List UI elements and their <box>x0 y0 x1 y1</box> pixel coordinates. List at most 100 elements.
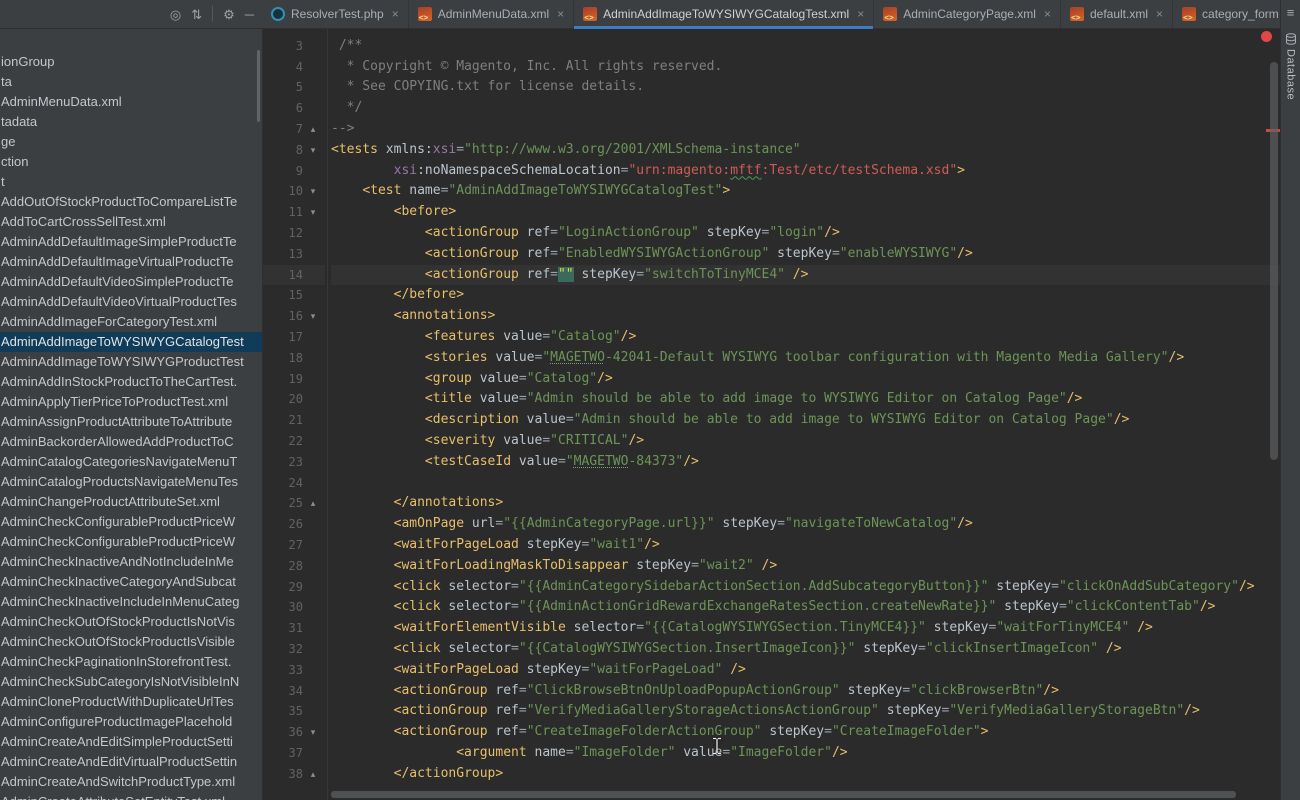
code-line[interactable]: <tests xmlns:xsi="http://www.w3.org/2001… <box>331 140 1281 161</box>
tree-item[interactable]: AdminAddDefaultImageVirtualProductTe <box>0 252 262 272</box>
tree-item[interactable]: AdminCreateAndSwitchProductType.xml <box>0 772 262 792</box>
code-line[interactable]: * See COPYING.txt for license details. <box>331 77 1281 98</box>
code-line[interactable]: <waitForElementVisible selector="{{Catal… <box>331 618 1281 639</box>
editor-tab[interactable]: default.xml× <box>1061 0 1173 28</box>
fold-icon[interactable]: ▾ <box>303 306 323 327</box>
tree-item[interactable]: AdminCheckInactiveCategoryAndSubcat <box>0 572 262 592</box>
code-line[interactable]: <severity value="CRITICAL"/> <box>331 431 1281 452</box>
code-line[interactable]: <click selector="{{CatalogWYSIWYGSection… <box>331 639 1281 660</box>
tree-item[interactable]: AdminCheckInactiveIncludeInMenuCateg <box>0 592 262 612</box>
code-line[interactable]: <!-- <box>331 28 1281 36</box>
code-area[interactable]: <!-- /** * Copyright © Magento, Inc. All… <box>331 28 1281 784</box>
code-line[interactable]: <features value="Catalog"/> <box>331 327 1281 348</box>
code-line[interactable]: </actionGroup> <box>331 764 1281 785</box>
tree-item[interactable]: AdminCreateAndEditSimpleProductSetti <box>0 732 262 752</box>
tree-item[interactable]: AdminCheckSubCategoryIsNotVisibleInN <box>0 672 262 692</box>
fold-icon[interactable]: ▾ <box>303 140 323 161</box>
tree-item[interactable]: AdminCatalogProductsNavigateMenuTes <box>0 472 262 492</box>
code-line[interactable]: <stories value="MAGETWO-42041-Default WY… <box>331 348 1281 369</box>
code-line[interactable]: <title value="Admin should be able to ad… <box>331 389 1281 410</box>
code-line[interactable]: * Copyright © Magento, Inc. All rights r… <box>331 57 1281 78</box>
inspection-status-icon[interactable] <box>1261 31 1272 42</box>
tree-item[interactable]: AdminApplyTierPriceToProductTest.xml <box>0 392 262 412</box>
code-editor[interactable]: 2▾34567▴8▾910▾11▾1213141516▾171819202122… <box>263 28 1281 800</box>
tree-item[interactable]: AdminCloneProductWithDuplicateUrlTes <box>0 692 262 712</box>
tree-item[interactable]: AddOutOfStockProductToCompareListTe <box>0 192 262 212</box>
tree-item[interactable]: AdminChangeProductAttributeSet.xml <box>0 492 262 512</box>
fold-icon[interactable]: ▾ <box>303 181 323 202</box>
tree-item[interactable]: AdminCheckInactiveAndNotIncludeInMe <box>0 552 262 572</box>
code-line[interactable]: <group value="Catalog"/> <box>331 369 1281 390</box>
tree-item[interactable]: AdminCheckOutOfStockProductIsVisible <box>0 632 262 652</box>
tree-item[interactable]: AdminCheckOutOfStockProductIsNotVis <box>0 612 262 632</box>
tree-item[interactable]: tadata <box>0 112 262 132</box>
code-line[interactable] <box>331 473 1281 494</box>
code-line[interactable]: xsi:noNamespaceSchemaLocation="urn:magen… <box>331 161 1281 182</box>
code-line[interactable]: <actionGroup ref="" stepKey="switchToTin… <box>331 265 1281 286</box>
code-line[interactable]: <argument name="ImageFolder" value="Imag… <box>331 743 1281 764</box>
code-line[interactable]: <click selector="{{AdminActionGridReward… <box>331 597 1281 618</box>
code-line[interactable]: <actionGroup ref="EnabledWYSIWYGActionGr… <box>331 244 1281 265</box>
code-line[interactable]: <waitForLoadingMaskToDisappear stepKey="… <box>331 556 1281 577</box>
tree-item[interactable]: AdminAddImageToWYSIWYGCatalogTest <box>0 332 262 352</box>
code-line[interactable]: <before> <box>331 202 1281 223</box>
tree-item[interactable]: AdminAddDefaultVideoVirtualProductTes <box>0 292 262 312</box>
editor-tab[interactable]: AdminCategoryPage.xml× <box>874 0 1061 28</box>
editor-tab[interactable]: AdminAddImageToWYSIWYGCatalogTest.xml× <box>574 0 874 28</box>
code-line[interactable]: </before> <box>331 285 1281 306</box>
collapse-all-icon[interactable]: ⇅ <box>191 8 202 21</box>
tree-scrollbar-thumb[interactable] <box>257 50 260 122</box>
horizontal-scrollbar-thumb[interactable] <box>331 791 1236 798</box>
code-line[interactable]: <actionGroup ref="CreateImageFolderActio… <box>331 722 1281 743</box>
code-line[interactable]: <actionGroup ref="VerifyMediaGalleryStor… <box>331 701 1281 722</box>
code-line[interactable]: <test name="AdminAddImageToWYSIWYGCatalo… <box>331 181 1281 202</box>
code-line[interactable]: <waitForPageLoad stepKey="waitForPageLoa… <box>331 660 1281 681</box>
fold-icon[interactable]: ▾ <box>303 202 323 223</box>
database-tool-button[interactable]: Database <box>1285 33 1297 100</box>
tree-item[interactable]: AdminAddInStockProductToTheCartTest. <box>0 372 262 392</box>
code-line[interactable]: <amOnPage url="{{AdminCategoryPage.url}}… <box>331 514 1281 535</box>
code-line[interactable]: --> <box>331 119 1281 140</box>
tree-item[interactable]: AdminAddDefaultVideoSimpleProductTe <box>0 272 262 292</box>
tree-item[interactable]: AdminAssignProductAttributeToAttribute <box>0 412 262 432</box>
fold-icon[interactable]: ▴ <box>303 119 323 140</box>
editor-tab[interactable]: ResolverTest.php× <box>262 0 409 28</box>
tree-item[interactable]: AdminCatalogCategoriesNavigateMenuT <box>0 452 262 472</box>
tree-item[interactable]: AdminCheckConfigurableProductPriceW <box>0 532 262 552</box>
code-line[interactable]: <description value="Admin should be able… <box>331 410 1281 431</box>
code-line[interactable]: </annotations> <box>331 493 1281 514</box>
tab-close-icon[interactable]: × <box>557 7 564 21</box>
tab-list-icon[interactable]: ≡ <box>1287 6 1295 19</box>
tree-item[interactable]: ta <box>0 72 262 92</box>
code-line[interactable]: <click selector="{{AdminCategorySidebarA… <box>331 577 1281 598</box>
tree-item[interactable]: AdminConfigureProductImagePlacehold <box>0 712 262 732</box>
fold-icon[interactable]: ▾ <box>303 28 323 36</box>
code-line[interactable]: <annotations> <box>331 306 1281 327</box>
hide-panel-icon[interactable]: ─ <box>245 8 254 21</box>
code-line[interactable]: */ <box>331 98 1281 119</box>
editor-tab[interactable]: AdminMenuData.xml× <box>409 0 574 28</box>
fold-icon[interactable]: ▾ <box>303 722 323 743</box>
code-line[interactable]: /** <box>331 36 1281 57</box>
tab-close-icon[interactable]: × <box>1156 7 1163 21</box>
tree-item[interactable]: AdminCheckConfigurableProductPriceW <box>0 512 262 532</box>
vertical-scrollbar-thumb[interactable] <box>1270 62 1278 460</box>
code-line[interactable]: <testCaseId value="MAGETWO-84373"/> <box>331 452 1281 473</box>
tree-item[interactable]: ionGroup <box>0 52 262 72</box>
fold-icon[interactable]: ▴ <box>303 493 323 514</box>
project-file-tree[interactable]: ionGrouptaAdminMenuData.xmltadatagection… <box>0 28 263 800</box>
code-line[interactable]: <actionGroup ref="LoginActionGroup" step… <box>331 223 1281 244</box>
settings-icon[interactable]: ⚙ <box>223 8 235 21</box>
tab-close-icon[interactable]: × <box>857 7 864 21</box>
tab-close-icon[interactable]: × <box>1044 7 1051 21</box>
code-line[interactable]: <waitForPageLoad stepKey="wait1"/> <box>331 535 1281 556</box>
tree-item[interactable]: AdminBackorderAllowedAddProductToC <box>0 432 262 452</box>
tree-item[interactable]: ction <box>0 152 262 172</box>
tree-item[interactable]: AddToCartCrossSellTest.xml <box>0 212 262 232</box>
tree-item[interactable]: AdminAddDefaultImageSimpleProductTe <box>0 232 262 252</box>
tree-item[interactable]: AdminCreateAttributeSetEntityTest.xml <box>0 792 262 800</box>
tab-close-icon[interactable]: × <box>392 7 399 21</box>
tree-item[interactable]: AdminMenuData.xml <box>0 92 262 112</box>
tree-item[interactable]: AdminAddImageToWYSIWYGProductTest <box>0 352 262 372</box>
tree-item[interactable]: AdminCreateAndEditVirtualProductSettin <box>0 752 262 772</box>
